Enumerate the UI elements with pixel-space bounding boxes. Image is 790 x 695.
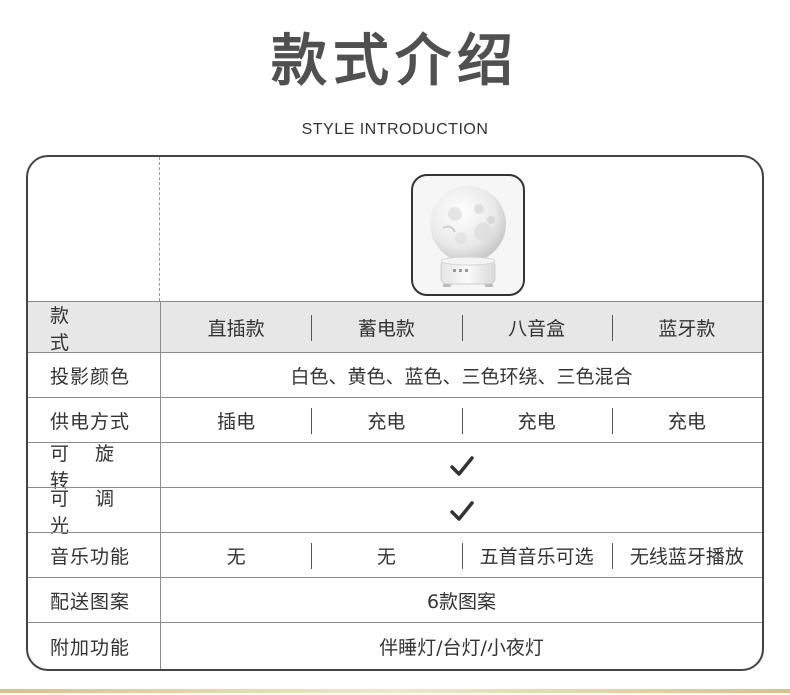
row-label: 可 调 光 — [50, 487, 125, 537]
dashed-divider — [159, 157, 160, 301]
table-row-dimmable: 可 调 光 — [28, 487, 762, 537]
power-cell: 充电 — [611, 407, 762, 434]
patterns-value: 6款图案 — [426, 591, 497, 613]
table-header-row: 款 式 直插款 蓄电款 八音盒 蓝牙款 — [28, 301, 762, 354]
row-label: 配送图案 — [50, 591, 131, 613]
music-cell: 无线蓝牙播放 — [611, 542, 762, 569]
table-row-power: 供电方式 插电 充电 充电 充电 — [28, 397, 762, 443]
table-row-projection: 投影颜色 白色、黄色、蓝色、三色环绕、三色混合 — [28, 352, 762, 398]
checkmark-icon — [161, 455, 762, 477]
power-cell: 充电 — [311, 407, 461, 434]
extra-functions-value: 伴睡灯/台灯/小夜灯 — [379, 637, 544, 659]
moon-lamp-product-image — [411, 174, 525, 296]
projection-colors: 白色、黄色、蓝色、三色环绕、三色混合 — [290, 366, 633, 388]
style-table-card: 款 式 直插款 蓄电款 八音盒 蓝牙款 投影颜色 白色、黄色、蓝色、三色环绕、三… — [26, 155, 764, 671]
power-cell: 充电 — [461, 407, 612, 434]
column-header: 蓝牙款 — [611, 314, 762, 341]
page-title: 款式介绍 — [271, 29, 519, 94]
column-header: 直插款 — [207, 318, 265, 340]
table-row-rotate: 可 旋 转 — [28, 442, 762, 492]
row-label: 音乐功能 — [50, 546, 131, 568]
table-row-patterns: 配送图案 6款图案 — [28, 577, 762, 623]
column-header: 蓄电款 — [311, 314, 461, 341]
column-header: 八音盒 — [461, 314, 612, 341]
row-label: 附加功能 — [50, 637, 131, 659]
power-cell: 插电 — [217, 411, 256, 433]
row-label: 投影颜色 — [50, 366, 131, 388]
music-cell: 无 — [311, 542, 461, 569]
music-cell: 无 — [226, 546, 246, 568]
page-subtitle: STYLE INTRODUCTION — [301, 121, 489, 138]
music-cell: 五首音乐可选 — [461, 542, 612, 569]
header-label: 款 式 — [50, 304, 210, 354]
row-label: 可 旋 转 — [50, 442, 125, 492]
checkmark-icon — [161, 500, 762, 522]
table-row-music: 音乐功能 无 无 五首音乐可选 无线蓝牙播放 — [28, 532, 762, 578]
row-label: 供电方式 — [50, 411, 131, 433]
table-row-extra: 附加功能 伴睡灯/台灯/小夜灯 — [28, 622, 762, 669]
bottom-accent-line — [0, 689, 790, 693]
